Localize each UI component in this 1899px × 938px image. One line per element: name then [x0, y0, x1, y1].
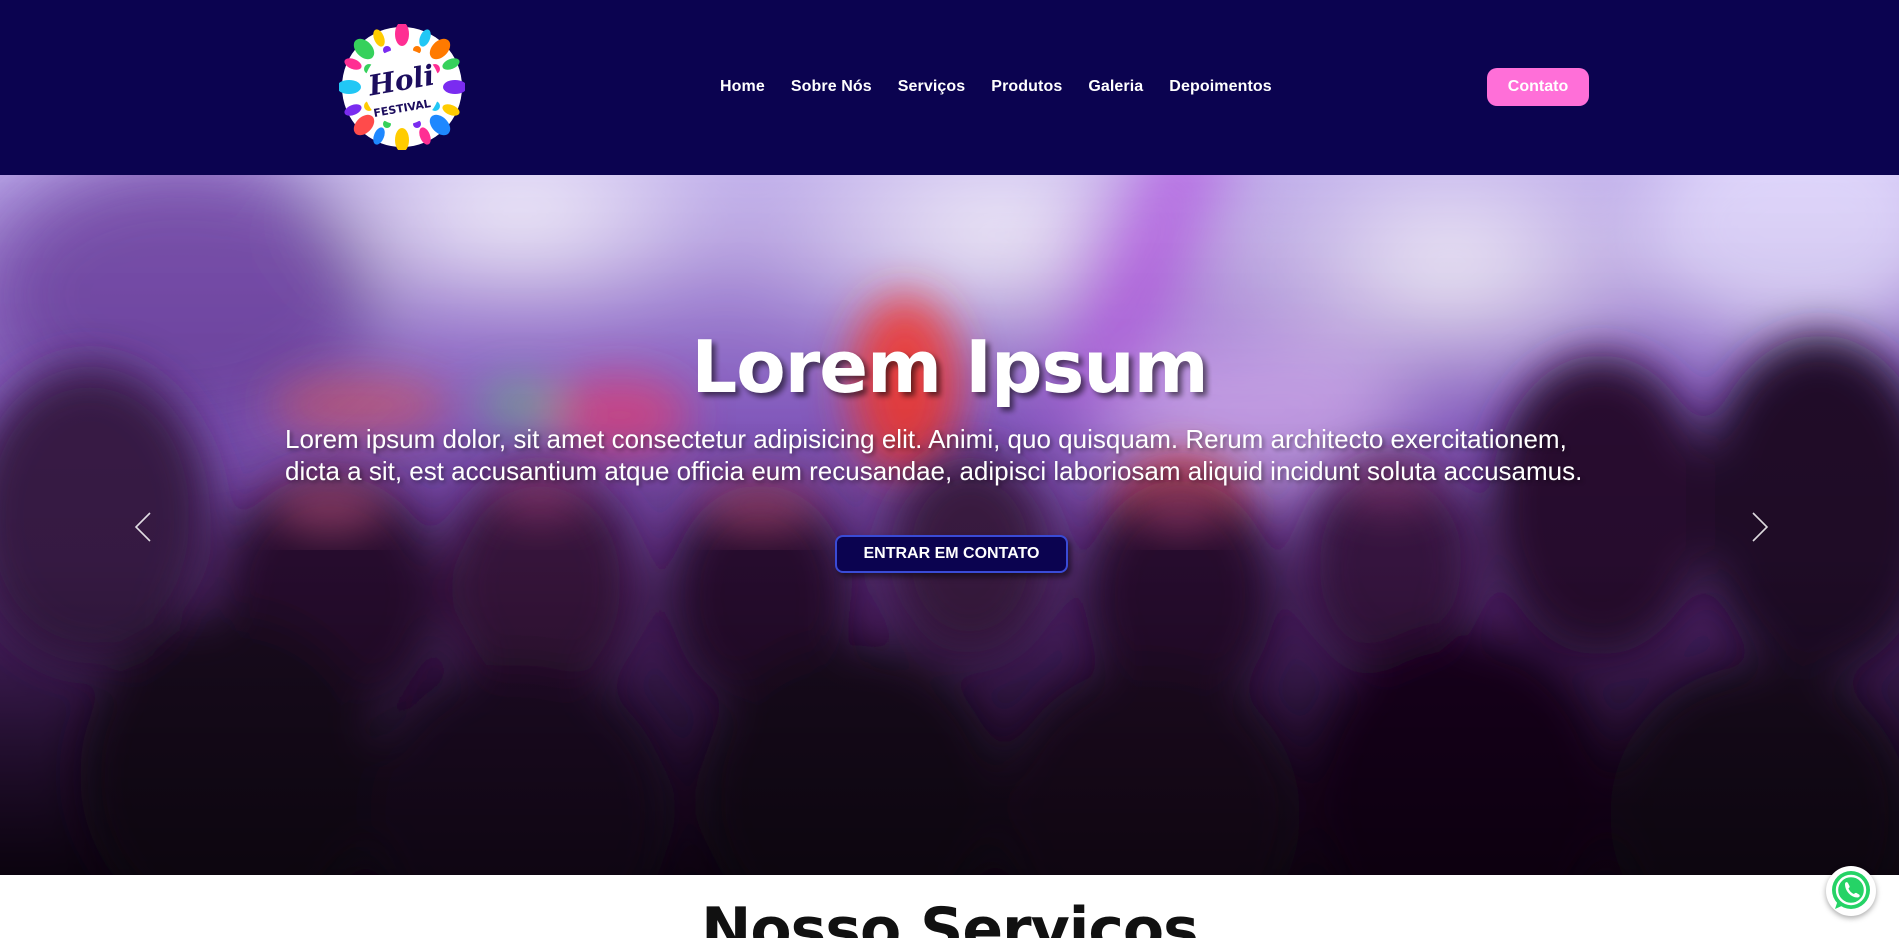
- holi-festival-logo[interactable]: Holi FESTIVAL: [337, 22, 467, 152]
- carousel-next-button[interactable]: [1745, 507, 1775, 547]
- nav-item-produtos[interactable]: Produtos: [991, 78, 1062, 96]
- nav-item-depoimentos[interactable]: Depoimentos: [1169, 78, 1271, 96]
- site-header: Holi FESTIVAL Home Sobre Nós Serviços Pr…: [0, 0, 1899, 175]
- hero-background-image: [0, 175, 1899, 875]
- contact-button[interactable]: Contato: [1487, 68, 1589, 106]
- nav-item-galeria[interactable]: Galeria: [1088, 78, 1143, 96]
- hero-carousel: Lorem Ipsum Lorem ipsum dolor, sit amet …: [0, 175, 1899, 875]
- nav-item-home[interactable]: Home: [720, 78, 765, 96]
- nav-item-sobre-nos[interactable]: Sobre Nós: [791, 78, 872, 96]
- nav-item-servicos[interactable]: Serviços: [898, 78, 966, 96]
- whatsapp-icon: [1832, 871, 1870, 909]
- hero-title: Lorem Ipsum: [691, 325, 1208, 409]
- chevron-right-icon: [1752, 512, 1769, 542]
- hero-description: Lorem ipsum dolor, sit amet consectetur …: [285, 424, 1583, 486]
- chevron-left-icon: [134, 512, 151, 542]
- main-nav: Home Sobre Nós Serviços Produtos Galeria…: [720, 76, 1272, 98]
- whatsapp-button[interactable]: [1826, 866, 1876, 916]
- cta-contact-button[interactable]: ENTRAR EM CONTATO: [835, 535, 1068, 573]
- services-section-title: Nosso Serviços: [701, 895, 1199, 938]
- carousel-prev-button[interactable]: [128, 507, 158, 547]
